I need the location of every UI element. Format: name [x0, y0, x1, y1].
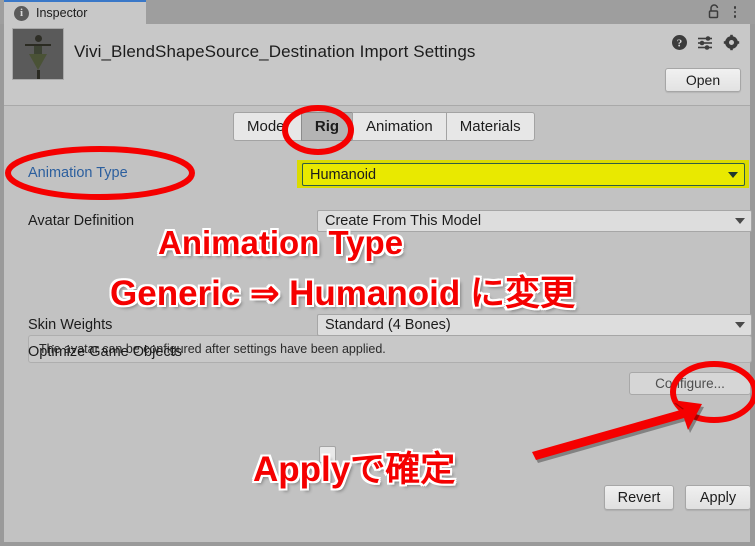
animation-type-label[interactable]: Animation Type: [28, 165, 128, 181]
skin-weights-label: Skin Weights: [28, 317, 113, 333]
asset-header: Vivi_BlendShapeSource_Destination Import…: [4, 24, 750, 106]
header-icon-group: ?: [671, 34, 740, 51]
tab-inspector[interactable]: i Inspector: [4, 0, 146, 24]
tab-animation[interactable]: Animation: [352, 112, 446, 141]
inspector-window: i Inspector Vivi_BlendShapeSource_Destin…: [0, 0, 755, 546]
chevron-down-icon: [735, 322, 745, 328]
animation-type-value: Humanoid: [310, 166, 377, 183]
row-skin-weights: Skin Weights Standard (4 Bones): [4, 314, 752, 336]
window-right-border: [750, 22, 755, 546]
skin-weights-dropdown[interactable]: Standard (4 Bones): [317, 314, 752, 336]
lock-icon[interactable]: [707, 4, 721, 20]
info-icon: i: [14, 5, 29, 21]
chevron-down-icon: [735, 218, 745, 224]
window-bottom-border: [0, 542, 755, 546]
page-title: Vivi_BlendShapeSource_Destination Import…: [74, 42, 476, 61]
svg-text:?: ?: [677, 38, 683, 50]
preset-icon[interactable]: [697, 34, 714, 51]
avatar-definition-value: Create From This Model: [325, 213, 482, 229]
settings-tab-group: Model Rig Animation Materials: [233, 112, 535, 141]
tab-inspector-label: Inspector: [36, 6, 88, 20]
skin-weights-value: Standard (4 Bones): [325, 317, 451, 333]
window-tab-strip: i Inspector: [0, 0, 755, 24]
help-icon[interactable]: ?: [671, 34, 688, 51]
kebab-menu-icon[interactable]: [728, 4, 742, 20]
avatar-definition-label: Avatar Definition: [28, 213, 135, 229]
tab-rig[interactable]: Rig: [300, 112, 353, 141]
open-button[interactable]: Open: [665, 68, 741, 92]
avatar-definition-dropdown[interactable]: Create From This Model: [317, 210, 752, 232]
apply-button[interactable]: Apply: [685, 485, 751, 510]
animation-type-highlight: Humanoid: [297, 160, 749, 188]
tab-materials[interactable]: Materials: [445, 112, 535, 141]
revert-button[interactable]: Revert: [604, 485, 674, 510]
tab-model[interactable]: Model: [233, 112, 301, 141]
chevron-down-icon: [728, 171, 738, 178]
model-thumbnail: [12, 28, 64, 80]
animation-type-dropdown[interactable]: Humanoid: [302, 163, 745, 186]
row-optimize-game-objects: Optimize Game Objects: [4, 341, 750, 363]
row-avatar-definition: Avatar Definition Create From This Model: [4, 210, 752, 232]
optimize-game-objects-label: Optimize Game Objects: [28, 344, 182, 360]
gear-icon[interactable]: [723, 34, 740, 51]
configure-avatar-button[interactable]: Configure...: [629, 372, 751, 395]
optimize-game-objects-checkbox[interactable]: [319, 446, 336, 463]
